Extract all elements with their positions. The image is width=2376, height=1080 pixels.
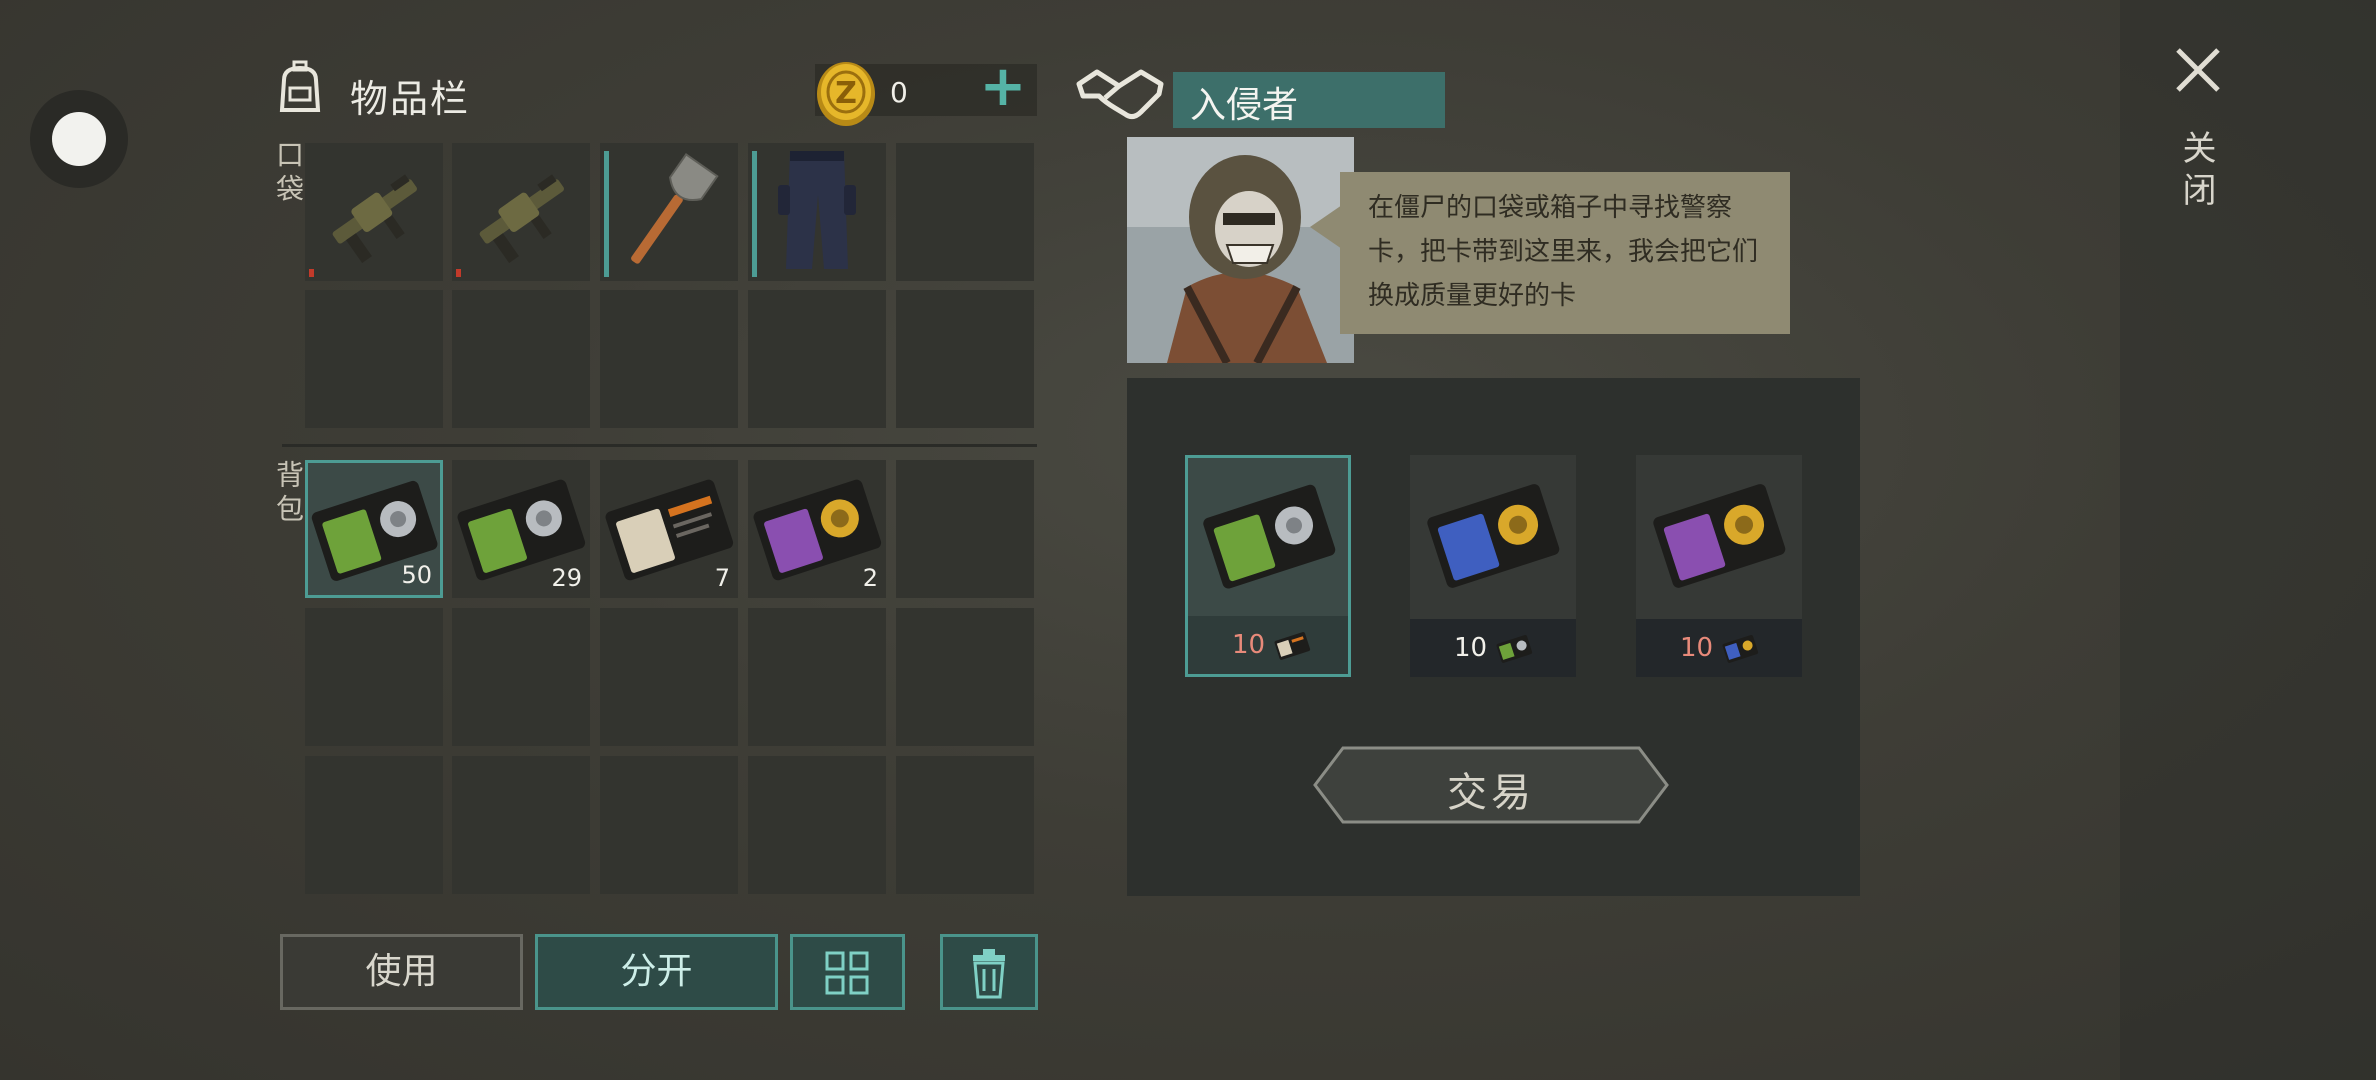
tan-card-icon [1274, 632, 1311, 660]
trade-offer-3[interactable]: 10 [1636, 455, 1802, 677]
use-button[interactable]: 使用 [280, 934, 523, 1010]
backpack-slot-12[interactable] [452, 756, 590, 894]
green-police-card-icon [1496, 635, 1533, 663]
pocket-slot-7[interactable] [452, 290, 590, 428]
grenade-launcher-icon [332, 174, 417, 264]
backpack-slot-9[interactable] [748, 608, 886, 746]
offer-cost: 10 [1454, 633, 1488, 663]
backpack-slot-15[interactable] [896, 756, 1034, 894]
trader-dialog-text: 在僵尸的口袋或箱子中寻找警察卡，把卡带到这里来，我会把它们换成质量更好的卡 [1368, 193, 1759, 311]
trash-icon [973, 949, 1005, 999]
backpack-label: 背包 [272, 460, 305, 528]
offer-cost-bar: 10 [1636, 619, 1802, 677]
trader-name: 入侵者 [1190, 85, 1299, 126]
pocket-slot-2[interactable] [452, 143, 590, 281]
durability-bar [604, 151, 609, 277]
backpack-slot-1[interactable]: 50 [305, 460, 443, 598]
coin-icon: Z [817, 62, 875, 126]
backpack-slot-10[interactable] [896, 608, 1034, 746]
sort-button[interactable] [790, 934, 905, 1010]
trader-portrait [1127, 137, 1354, 363]
close-button[interactable]: 关闭 [2172, 130, 2221, 214]
durability-bar [752, 151, 757, 277]
right-sidebar [2120, 0, 2376, 1080]
backpack-slot-8[interactable] [600, 608, 738, 746]
pocket-slot-4[interactable] [748, 143, 886, 281]
record-button[interactable] [30, 90, 128, 188]
close-icon[interactable] [2168, 40, 2228, 100]
item-count: 2 [862, 564, 878, 592]
pocket-slot-3[interactable] [600, 143, 738, 281]
backpack-slot-14[interactable] [748, 756, 886, 894]
durability-bar [456, 269, 461, 277]
pocket-slot-10[interactable] [896, 290, 1034, 428]
backpack-slot-13[interactable] [600, 756, 738, 894]
green-police-card-icon [1203, 484, 1336, 589]
shovel-icon [631, 153, 719, 264]
pocket-slot-9[interactable] [748, 290, 886, 428]
pocket-label: 口袋 [272, 140, 305, 208]
blue-police-card-icon [1722, 635, 1759, 663]
handshake-icon [1076, 69, 1164, 120]
pocket-slot-8[interactable] [600, 290, 738, 428]
trade-offer-2[interactable]: 10 [1410, 455, 1576, 677]
trade-button-label: 交易 [1447, 770, 1535, 816]
backpack-slot-5[interactable] [896, 460, 1034, 598]
speech-bubble-tail [1310, 205, 1342, 249]
pocket-slot-5[interactable] [896, 143, 1034, 281]
offer-cost-bar: 10 [1188, 616, 1348, 674]
pocket-slot-1[interactable] [305, 143, 443, 281]
grenade-launcher-icon [479, 174, 564, 264]
durability-bar [309, 269, 314, 277]
backpack-slot-6[interactable] [305, 608, 443, 746]
item-count: 50 [401, 561, 432, 589]
coin-count: 0 [890, 76, 908, 109]
backpack-icon [279, 60, 321, 112]
backpack-slot-3[interactable]: 7 [600, 460, 738, 598]
backpack-slot-2[interactable]: 29 [452, 460, 590, 598]
offer-cost-bar: 10 [1410, 619, 1576, 677]
offer-cost: 10 [1232, 630, 1266, 660]
pocket-slot-6[interactable] [305, 290, 443, 428]
backpack-slot-4[interactable]: 2 [748, 460, 886, 598]
pants-icon [778, 151, 856, 269]
split-button[interactable]: 分开 [535, 934, 778, 1010]
offer-cost: 10 [1680, 633, 1714, 663]
purple-police-card-icon [1653, 484, 1786, 588]
add-coins-button[interactable]: + [978, 59, 1028, 115]
grid-sort-icon [825, 951, 869, 995]
trade-offer-1[interactable]: 10 [1185, 455, 1351, 677]
item-count: 7 [714, 564, 730, 592]
svg-text:Z: Z [835, 76, 857, 111]
backpack-slot-7[interactable] [452, 608, 590, 746]
item-count: 29 [551, 564, 582, 592]
blue-police-card-icon [1427, 484, 1560, 588]
inventory-title: 物品栏 [350, 77, 471, 121]
backpack-slot-11[interactable] [305, 756, 443, 894]
section-divider [282, 444, 1037, 447]
record-dot-icon [52, 112, 106, 166]
delete-button[interactable] [940, 934, 1038, 1010]
